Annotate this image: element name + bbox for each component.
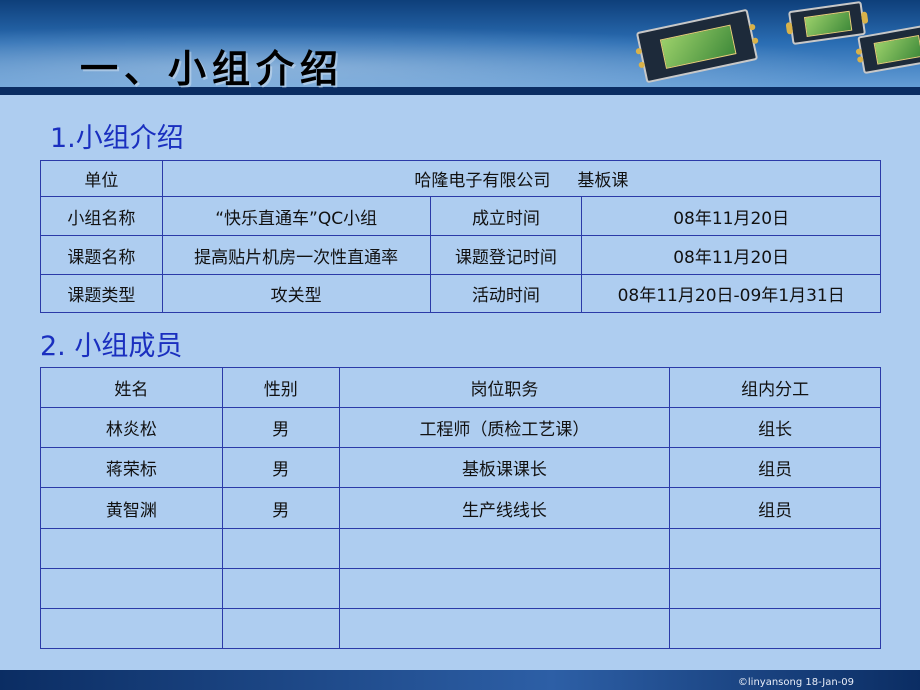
table-cell: 林炎松 — [40, 407, 223, 448]
table-cell: 08年11月20日 — [581, 196, 881, 236]
empty-table-row — [40, 608, 881, 649]
empty-table-row — [40, 528, 881, 569]
table-cell: “快乐直通车”QC小组 — [161, 196, 431, 236]
table-cell: 工程师（质检工艺课） — [338, 407, 671, 448]
column-header: 组内分工 — [669, 367, 881, 408]
slide-title: 一、小组介绍 — [80, 47, 345, 91]
unit-label-cell: 单位 — [40, 160, 163, 197]
empty-cell — [221, 568, 340, 609]
column-header: 性别 — [221, 367, 340, 408]
table-cell: 生产线线长 — [338, 487, 671, 529]
table-cell: 08年11月20日-09年1月31日 — [581, 274, 881, 313]
table-row: 小组名称 “快乐直通车”QC小组 成立时间 08年11月20日 — [40, 196, 881, 236]
empty-cell — [669, 608, 881, 649]
table-row: 课题名称 提高贴片机房一次性直通率 课题登记时间 08年11月20日 — [40, 235, 881, 275]
table-cell: 组员 — [669, 487, 881, 529]
table-cell: 男 — [221, 487, 340, 529]
empty-table-row — [40, 568, 881, 609]
group-info-table: 单位 哈隆电子有限公司 基板课 小组名称 “快乐直通车”QC小组 成立时间 08… — [40, 160, 882, 313]
empty-cell — [338, 608, 671, 649]
table-row: 黄智渊 男 生产线线长 组员 — [40, 487, 881, 529]
table-header-row: 姓名 性别 岗位职务 组内分工 — [40, 367, 881, 408]
empty-cell — [221, 608, 340, 649]
footer-copyright: ©linyansong 18-Jan-09 — [737, 677, 854, 688]
table-cell: 蒋荣标 — [40, 447, 223, 488]
empty-cell — [338, 568, 671, 609]
table-cell: 课题类型 — [40, 274, 163, 313]
empty-cell — [221, 528, 340, 569]
table-cell: 黄智渊 — [40, 487, 223, 529]
table-row: 单位 哈隆电子有限公司 基板课 — [40, 160, 882, 197]
section-title-members: 2. 小组成员 — [40, 331, 183, 362]
table-row: 林炎松 男 工程师（质检工艺课） 组长 — [40, 407, 881, 448]
table-cell: 基板课课长 — [338, 447, 671, 488]
table-cell: 组员 — [669, 447, 881, 488]
empty-cell — [338, 528, 671, 569]
table-cell: 成立时间 — [429, 196, 583, 236]
table-cell: 组长 — [669, 407, 881, 448]
table-cell: 08年11月20日 — [581, 235, 881, 275]
table-cell: 课题名称 — [40, 235, 163, 275]
empty-cell — [40, 568, 223, 609]
unit-value-cell: 哈隆电子有限公司 基板课 — [161, 160, 882, 197]
empty-cell — [669, 568, 881, 609]
column-header: 岗位职务 — [338, 367, 671, 408]
table-row: 蒋荣标 男 基板课课长 组员 — [40, 447, 881, 488]
empty-cell — [40, 528, 223, 569]
members-table: 姓名 性别 岗位职务 组内分工 林炎松 男 工程师（质检工艺课） 组长 蒋荣标 … — [40, 367, 881, 649]
table-cell: 攻关型 — [161, 274, 431, 313]
table-cell: 男 — [221, 407, 340, 448]
column-header: 姓名 — [40, 367, 223, 408]
empty-cell — [669, 528, 881, 569]
table-cell: 男 — [221, 447, 340, 488]
section-title-intro: 1.小组介绍 — [50, 123, 184, 154]
empty-cell — [40, 608, 223, 649]
table-cell: 小组名称 — [40, 196, 163, 236]
table-cell: 课题登记时间 — [429, 235, 583, 275]
table-cell: 提高贴片机房一次性直通率 — [161, 235, 431, 275]
table-cell: 活动时间 — [429, 274, 583, 313]
table-row: 课题类型 攻关型 活动时间 08年11月20日-09年1月31日 — [40, 274, 881, 313]
